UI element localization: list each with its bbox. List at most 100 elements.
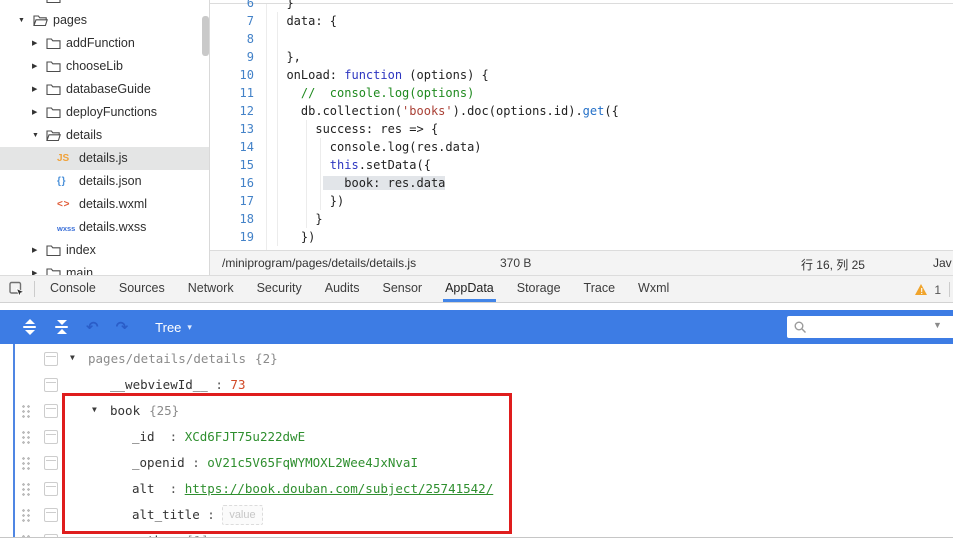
row-checkbox-icon[interactable] — [44, 404, 58, 418]
drag-handle-icon[interactable] — [21, 456, 30, 470]
inspect-element-icon[interactable] — [8, 280, 26, 298]
file-tree-item[interactable]: ▼ details — [0, 124, 209, 147]
tab-security[interactable]: Security — [255, 276, 304, 302]
file-tree-item[interactable]: ▶ index — [0, 239, 209, 262]
file-name: chooseLib — [66, 59, 123, 73]
file-tree-item[interactable]: ▼ pages — [0, 9, 209, 32]
tree-value[interactable]: 73 — [230, 377, 245, 392]
file-tree-item[interactable]: ▶ deployFunctions — [0, 101, 209, 124]
drag-handle-icon[interactable] — [21, 430, 30, 444]
triangle-down-icon[interactable]: ▼ — [18, 16, 25, 25]
file-name: pages — [53, 13, 88, 27]
file-name: index — [66, 243, 96, 257]
folder-icon — [46, 83, 61, 101]
file-tree-item[interactable]: ▶ main — [0, 262, 209, 276]
triangle-down-icon[interactable]: ▼ — [70, 353, 75, 363]
file-tree-item[interactable] — [0, 0, 209, 9]
file-name: details.js — [79, 151, 128, 165]
triangle-right-icon[interactable]: ▶ — [32, 108, 37, 117]
code-line[interactable]: 14 console.log(res.data) — [210, 138, 953, 156]
triangle-right-icon[interactable]: ▶ — [32, 39, 37, 48]
warning-indicator[interactable]: ! 1 — [915, 283, 941, 297]
code-line[interactable]: 7 data: { — [210, 12, 953, 30]
tab-appdata[interactable]: AppData — [443, 276, 496, 302]
search-input[interactable] — [812, 317, 928, 338]
folder-icon — [46, 60, 61, 78]
line-number: 6 — [246, 0, 254, 10]
file-tree-item[interactable]: wxss details.wxss — [0, 216, 209, 239]
json-file-icon: { } — [57, 176, 66, 187]
tab-audits[interactable]: Audits — [323, 276, 362, 302]
editor-status-bar: /miniprogram/pages/details/details.js 37… — [210, 250, 953, 275]
folder-open-icon — [33, 14, 48, 32]
drag-handle-icon[interactable] — [21, 482, 30, 496]
triangle-right-icon[interactable]: ▶ — [32, 62, 37, 71]
tab-console[interactable]: Console — [48, 276, 98, 302]
line-number: 8 — [246, 32, 254, 46]
tree-row[interactable]: ▼ pages/details/details {2} — [0, 346, 953, 372]
file-tree-item[interactable]: < > details.wxml — [0, 193, 209, 216]
row-checkbox-icon[interactable] — [44, 456, 58, 470]
code-editor[interactable]: 6 } 7 data: {8 9 }, 10 onLoad: function (op… — [210, 0, 953, 250]
row-checkbox-icon[interactable] — [44, 482, 58, 496]
row-checkbox-icon[interactable] — [44, 378, 58, 392]
indent-guide — [320, 138, 321, 210]
drag-handle-icon[interactable] — [21, 404, 30, 418]
code-line[interactable]: 17 }) — [210, 192, 953, 210]
code-line[interactable]: 16 book: res.data — [210, 174, 953, 192]
code-text: // console.log(options) — [300, 86, 475, 100]
editor-lines: 6 } 7 data: {8 9 }, 10 onLoad: function (op… — [210, 0, 953, 246]
tree-row-content: pages/details/details {2} — [88, 351, 278, 367]
view-mode-dropdown[interactable]: Tree ▾ — [155, 320, 192, 335]
file-tree-item[interactable]: ▶ addFunction — [0, 32, 209, 55]
triangle-right-icon[interactable]: ▶ — [32, 246, 37, 255]
line-number: 9 — [246, 50, 254, 64]
tree-row-content: __webviewId__ : 73 — [110, 377, 245, 393]
code-line[interactable]: 10 onLoad: function (options) { — [210, 66, 953, 84]
code-text: } — [272, 0, 294, 10]
tab-sources[interactable]: Sources — [117, 276, 167, 302]
row-checkbox-icon[interactable] — [44, 508, 58, 522]
wxml-file-icon: < > — [57, 199, 70, 210]
code-line[interactable]: 6 } — [210, 0, 953, 12]
code-line[interactable]: 9 }, — [210, 48, 953, 66]
file-name: details.wxss — [79, 220, 147, 234]
indent-guide — [277, 12, 278, 246]
collapse-all-icon[interactable] — [54, 319, 69, 335]
tree-key: pages/details/details — [88, 351, 247, 366]
triangle-right-icon[interactable]: ▶ — [32, 85, 37, 94]
search-icon — [794, 321, 806, 333]
tab-storage[interactable]: Storage — [515, 276, 563, 302]
sidebar-scrollbar[interactable] — [202, 16, 209, 56]
file-tree-item[interactable]: ▶ databaseGuide — [0, 78, 209, 101]
search-dropdown-icon[interactable]: ▼ — [933, 320, 942, 330]
triangle-down-icon[interactable]: ▼ — [32, 131, 39, 140]
tab-trace[interactable]: Trace — [582, 276, 618, 302]
code-line[interactable]: 8 — [210, 30, 953, 48]
file-tree-item[interactable]: JS details.js — [0, 147, 209, 170]
undo-icon[interactable]: ↶ — [86, 319, 99, 335]
tab-wxml[interactable]: Wxml — [636, 276, 671, 302]
code-line[interactable]: 13 success: res => { — [210, 120, 953, 138]
code-line[interactable]: 11 // console.log(options) — [210, 84, 953, 102]
view-mode-label: Tree — [155, 319, 182, 335]
warning-count: 1 — [934, 283, 941, 297]
drag-handle-icon[interactable] — [21, 508, 30, 522]
file-name: addFunction — [66, 36, 135, 50]
row-checkbox-icon[interactable] — [44, 352, 58, 366]
tab-network[interactable]: Network — [186, 276, 236, 302]
line-number: 19 — [239, 230, 254, 244]
code-line[interactable]: 15 this.setData({ — [210, 156, 953, 174]
redo-icon[interactable]: ↷ — [116, 319, 129, 335]
expand-all-icon[interactable] — [22, 319, 37, 335]
row-checkbox-icon[interactable] — [44, 430, 58, 444]
code-line[interactable]: 19 }) — [210, 228, 953, 246]
tab-sensor[interactable]: Sensor — [380, 276, 424, 302]
file-name: details.json — [79, 174, 142, 188]
file-tree-item[interactable]: ▶ chooseLib — [0, 55, 209, 78]
code-line[interactable]: 18 } — [210, 210, 953, 228]
code-line[interactable]: 12 db.collection('books').doc(options.id… — [210, 102, 953, 120]
code-text: } — [272, 212, 323, 226]
file-tree-item[interactable]: { } details.json — [0, 170, 209, 193]
folder-icon — [46, 244, 61, 262]
